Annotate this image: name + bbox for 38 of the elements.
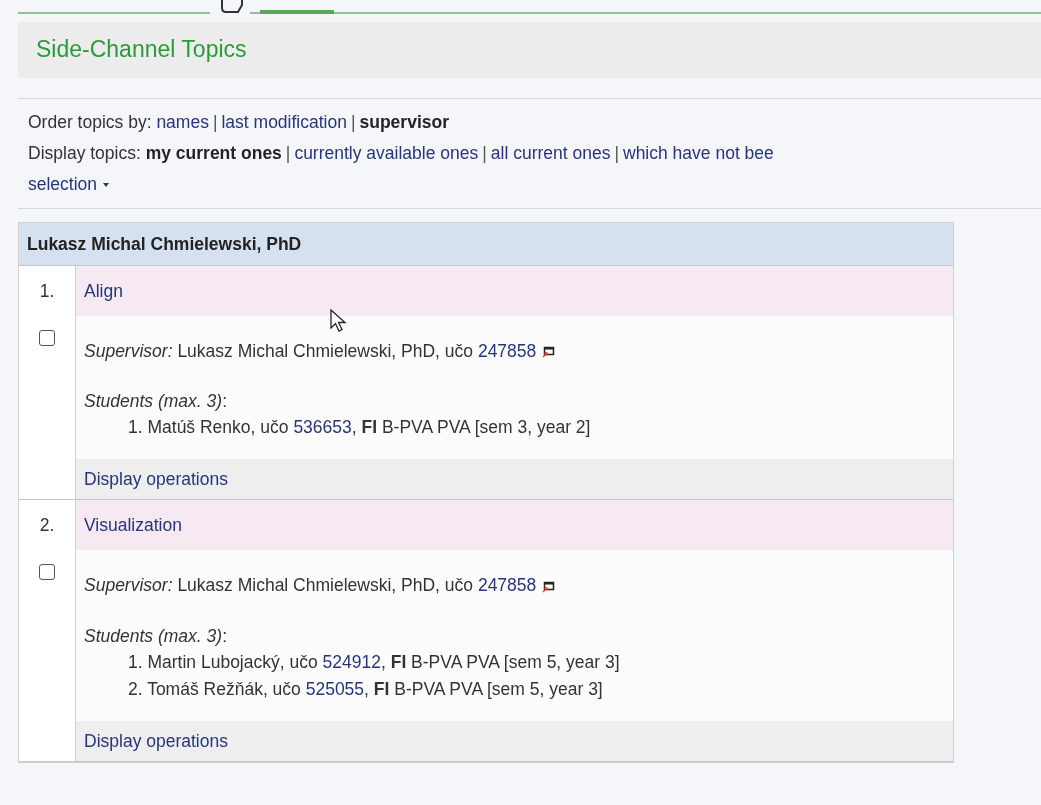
checkbox[interactable] (39, 329, 55, 346)
separator: | (349, 111, 357, 132)
selected-option: my current ones (145, 142, 282, 163)
caret-icon (103, 182, 110, 187)
uco-link[interactable]: 536653 (293, 417, 352, 438)
checkbox[interactable] (39, 564, 55, 581)
supervisor-line: Supervisor: Lukasz Michal Chmielewski, PhD, učo 247858 (84, 572, 945, 599)
student-line: 1. Martin Lubojacký, učo 524912, FI B-PVA PVA [sem 5, year 3] (127, 650, 621, 674)
uco-link[interactable]: 247858 (477, 575, 537, 596)
selected-option: supervisor (359, 111, 449, 132)
page-title: Side-Channel Topics (36, 36, 248, 64)
operations-link[interactable]: Display operations (84, 730, 228, 751)
selection-dropdown[interactable]: selection (28, 173, 110, 194)
students-label: Students (max. 3): (84, 624, 228, 648)
option-link[interactable]: which have not bee (623, 142, 774, 163)
uco-link[interactable]: 524912 (322, 651, 381, 672)
separator: | (613, 142, 620, 163)
separator: | (481, 142, 488, 163)
student-line: 2. Tomáš Režňák, učo 525055, FI B-PVA PVA [sem 5, year 3] (127, 677, 604, 701)
separator: | (211, 111, 219, 132)
group-header: Lukasz Michal Chmielewski, PhD (19, 222, 953, 266)
uco-link[interactable]: 247858 (477, 340, 537, 361)
students-label: Students (max. 3): (84, 390, 228, 414)
separator: | (284, 142, 292, 163)
topic-link[interactable]: Align (84, 280, 123, 301)
option-link[interactable]: names (156, 111, 209, 132)
option-label: Order topics by: (28, 111, 153, 132)
option-label: Display topics: (28, 142, 142, 163)
supervisor-line: Supervisor: Lukasz Michal Chmielewski, PhD, učo 247858 (84, 337, 945, 365)
student-line: 1. Matúš Renko, učo 536653, FI B-PVA PVA [sem 3, year 2] (127, 416, 592, 440)
row-number: 2. (38, 514, 56, 538)
row-number: 1. (38, 279, 56, 303)
option-link[interactable]: currently available ones (294, 142, 479, 163)
option-link[interactable]: all current ones (490, 142, 611, 163)
uco-link[interactable]: 525055 (305, 678, 365, 699)
topic-link[interactable]: Visualization (84, 515, 182, 536)
option-link[interactable]: last modification (221, 111, 347, 132)
operations-link[interactable]: Display operations (84, 469, 228, 490)
